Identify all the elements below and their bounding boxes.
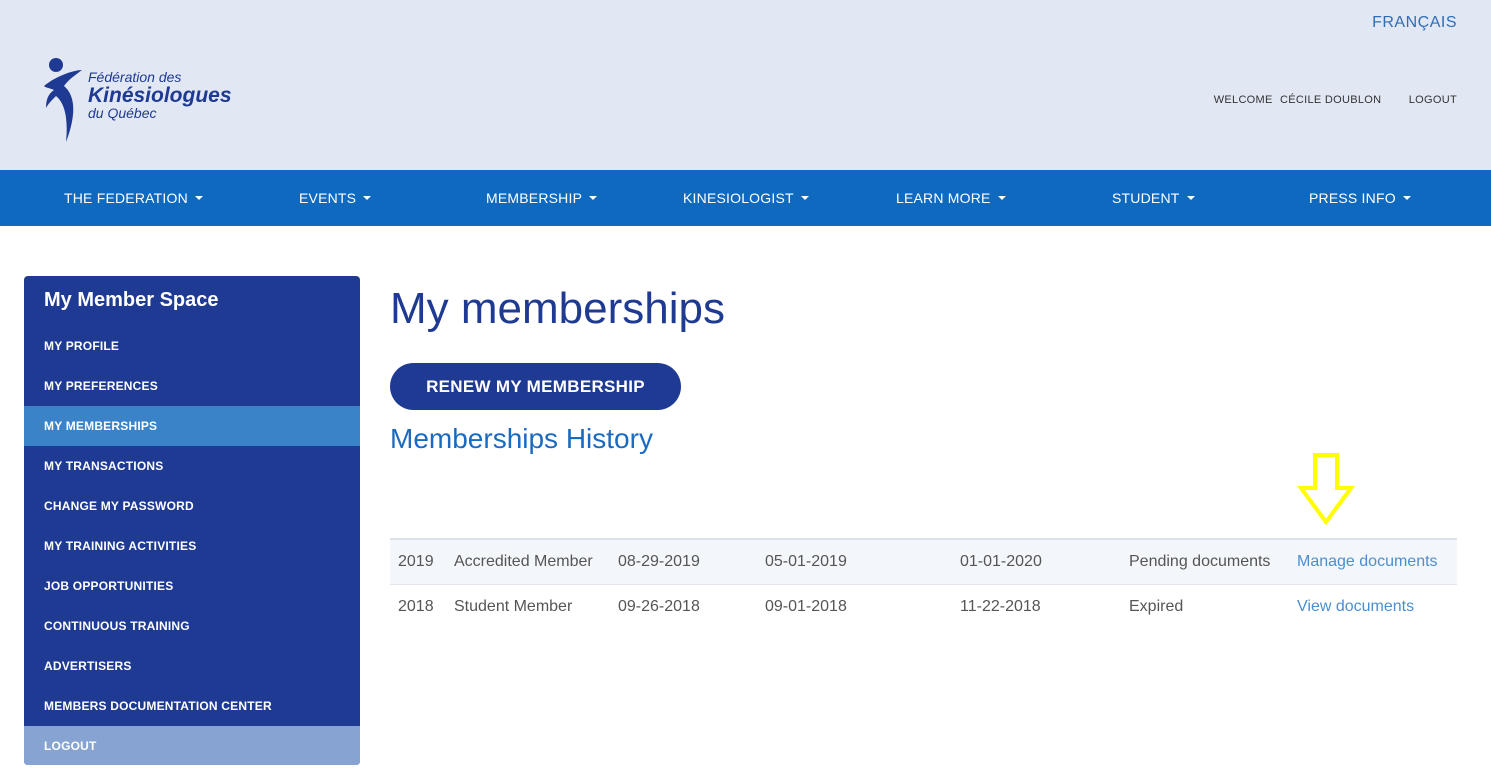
federation-logo[interactable]: Fédération des Kinésiologues du Québec <box>40 56 232 146</box>
sidebar-item-my-preferences[interactable]: MY PREFERENCES <box>24 366 360 406</box>
nav-item-events[interactable]: EVENTS <box>299 170 372 226</box>
membership-date-1: 09-26-2018 <box>618 598 700 615</box>
nav-item-label: STUDENT <box>1112 190 1180 206</box>
membership-action-cell: Manage documents <box>1289 539 1457 585</box>
caret-down-icon <box>1186 196 1195 201</box>
header-logout-link[interactable]: LOGOUT <box>1409 94 1457 106</box>
membership-year: 2019 <box>390 539 446 585</box>
welcome-label: WELCOME <box>1213 94 1273 106</box>
logo-wordmark: Fédération des Kinésiologues du Québec <box>88 70 232 120</box>
table-row: 2019 Accredited Member 08-29-2019 05-01-… <box>390 539 1457 585</box>
nav-item-student[interactable]: STUDENT <box>1112 170 1195 226</box>
caret-down-icon <box>194 196 203 201</box>
membership-date-3: 01-01-2020 <box>952 539 1121 585</box>
renew-membership-button[interactable]: RENEW MY MEMBERSHIP <box>390 363 681 410</box>
logo-line-3: du Québec <box>88 105 157 121</box>
memberships-history-table: 2019 Accredited Member 08-29-2019 05-01-… <box>390 538 1457 629</box>
membership-date-1: 08-29-2019 <box>610 539 757 585</box>
membership-action-cell: View documents <box>1289 585 1457 630</box>
sidebar-item-members-documentation-center[interactable]: MEMBERS DOCUMENTATION CENTER <box>24 686 360 726</box>
sidebar-item-my-transactions[interactable]: MY TRANSACTIONS <box>24 446 360 486</box>
caret-down-icon <box>1402 196 1411 201</box>
sidebar-item-continuous-training[interactable]: CONTINUOUS TRAINING <box>24 606 360 646</box>
membership-year: 2018 <box>398 598 434 615</box>
nav-item-label: KINESIOLOGIST <box>683 190 794 206</box>
sidebar-item-my-training-activities[interactable]: MY TRAINING ACTIVITIES <box>24 526 360 566</box>
memberships-history-title: Memberships History <box>390 423 653 454</box>
site-header: FRANÇAIS Fédération des Kinésiologues du… <box>0 0 1491 170</box>
membership-type: Student Member <box>454 598 573 615</box>
logo-line-2: Kinésiologues <box>88 84 232 107</box>
logo-line-1: Fédération des <box>88 69 182 85</box>
sidebar-item-my-memberships[interactable]: MY MEMBERSHIPS <box>24 406 360 446</box>
sidebar-item-job-opportunities[interactable]: JOB OPPORTUNITIES <box>24 566 360 606</box>
main-navigation: THE FEDERATION EVENTS MEMBERSHIP KINESIO… <box>0 170 1491 226</box>
down-arrow-annotation-icon <box>1297 453 1355 526</box>
manage-documents-link[interactable]: Manage documents <box>1297 553 1438 570</box>
membership-type: Accredited Member <box>446 539 610 585</box>
language-switch-link[interactable]: FRANÇAIS <box>1372 14 1457 32</box>
table-row: 2018 Student Member 09-26-2018 09-01-201… <box>390 585 1457 630</box>
user-name: CÉCILE DOUBLON <box>1280 94 1382 106</box>
membership-date-3: 11-22-2018 <box>960 598 1041 615</box>
caret-down-icon <box>589 196 598 201</box>
nav-item-label: MEMBERSHIP <box>486 190 583 206</box>
caret-down-icon <box>800 196 809 201</box>
page-title: My memberships <box>390 284 725 333</box>
membership-date-2: 05-01-2019 <box>757 539 952 585</box>
nav-item-kinesiologist[interactable]: KINESIOLOGIST <box>683 170 809 226</box>
kinesiologist-figure-icon <box>44 58 82 142</box>
caret-down-icon <box>997 196 1006 201</box>
nav-item-label: LEARN MORE <box>896 190 991 206</box>
member-space-sidebar: My Member Space MY PROFILE MY PREFERENCE… <box>24 276 360 765</box>
nav-item-press-info[interactable]: PRESS INFO <box>1309 170 1411 226</box>
nav-item-learn-more[interactable]: LEARN MORE <box>896 170 1006 226</box>
sidebar-item-advertisers[interactable]: ADVERTISERS <box>24 646 360 686</box>
sidebar-item-my-profile[interactable]: MY PROFILE <box>24 326 360 366</box>
membership-status: Pending documents <box>1121 539 1289 585</box>
sidebar-item-change-my-password[interactable]: CHANGE MY PASSWORD <box>24 486 360 526</box>
nav-item-label: EVENTS <box>299 190 357 206</box>
sidebar-item-logout[interactable]: LOGOUT <box>24 726 360 765</box>
nav-item-membership[interactable]: MEMBERSHIP <box>486 170 598 226</box>
membership-status: Expired <box>1129 598 1184 615</box>
view-documents-link[interactable]: View documents <box>1297 598 1414 615</box>
caret-down-icon <box>363 196 372 201</box>
membership-date-2: 09-01-2018 <box>765 598 847 615</box>
nav-item-label: PRESS INFO <box>1309 190 1396 206</box>
user-bar: WELCOME CÉCILE DOUBLON LOGOUT <box>1214 94 1457 106</box>
sidebar-title: My Member Space <box>44 289 219 311</box>
nav-item-the-federation[interactable]: THE FEDERATION <box>64 170 203 226</box>
nav-item-label: THE FEDERATION <box>64 190 188 206</box>
